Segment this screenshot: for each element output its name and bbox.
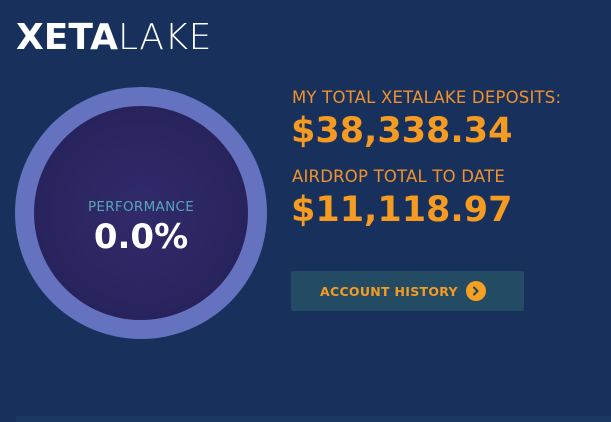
bottom-divider bbox=[16, 416, 611, 422]
account-history-button[interactable]: ACCOUNT HISTORY bbox=[291, 271, 524, 311]
performance-gauge-inner: PERFORMANCE 0.0% bbox=[34, 106, 248, 320]
deposits-label: MY TOTAL XETALAKE DEPOSITS: bbox=[292, 88, 562, 107]
xetalake-logo: XETA LAKE bbox=[16, 18, 212, 58]
performance-value: 0.0% bbox=[93, 217, 189, 257]
performance-label: PERFORMANCE bbox=[87, 199, 195, 215]
account-history-label: ACCOUNT HISTORY bbox=[320, 283, 458, 299]
airdrop-amount: $11,118.97 bbox=[291, 190, 513, 230]
logo-bold-text: XETA bbox=[16, 17, 118, 58]
airdrop-label: AIRDROP TOTAL TO DATE bbox=[292, 167, 505, 186]
chevron-right-icon bbox=[466, 281, 486, 301]
performance-gauge: PERFORMANCE 0.0% bbox=[15, 87, 267, 339]
logo-light-text: LAKE bbox=[117, 17, 212, 58]
deposits-amount: $38,338.34 bbox=[291, 111, 513, 151]
